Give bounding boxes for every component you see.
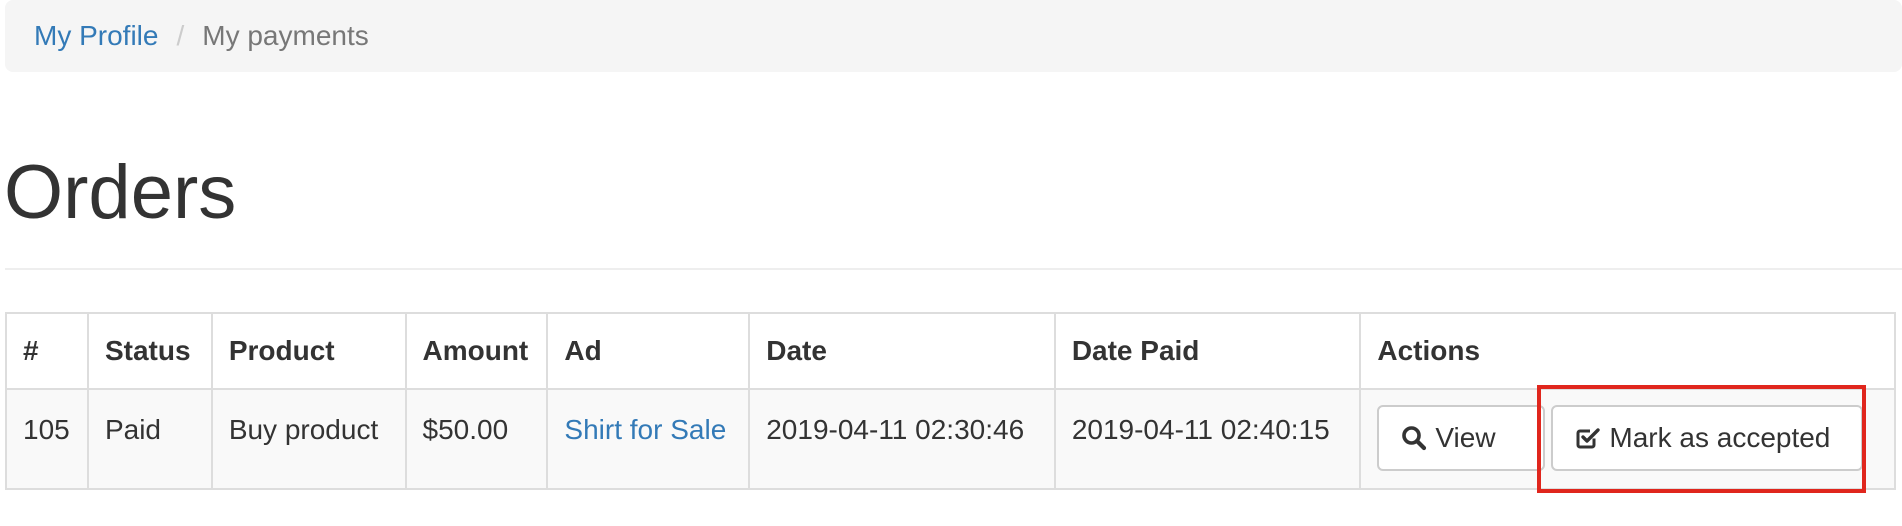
column-header-product: Product (210, 312, 407, 390)
order-product-cell: Buy product (210, 388, 407, 490)
column-header-date-paid: Date Paid (1053, 312, 1362, 390)
order-date-cell: 2019-04-11 02:30:46 (748, 388, 1056, 490)
check-square-icon (1575, 425, 1601, 451)
search-icon (1401, 425, 1427, 451)
title-divider (5, 268, 1902, 270)
column-header-actions: Actions (1359, 312, 1896, 390)
order-ad-cell: Shirt for Sale (546, 388, 751, 490)
table-header-row: # Status Product Amount Ad Date Date Pai… (5, 312, 1896, 390)
breadcrumb: My Profile / My payments (5, 0, 1902, 72)
order-id-cell: 105 (5, 388, 89, 490)
breadcrumb-my-profile-link[interactable]: My Profile (34, 20, 158, 52)
column-header-amount: Amount (404, 312, 549, 390)
page-title: Orders (4, 150, 237, 235)
breadcrumb-separator: / (176, 20, 185, 51)
breadcrumb-current: My payments (202, 20, 369, 51)
order-status-cell: Paid (86, 388, 213, 490)
table-row: 105 Paid Buy product $50.00 Shirt for Sa… (5, 388, 1896, 490)
column-header-ad: Ad (546, 312, 751, 390)
mark-as-accepted-button[interactable]: Mark as accepted (1551, 405, 1864, 471)
mark-as-accepted-label: Mark as accepted (1609, 422, 1831, 453)
order-date-paid-cell: 2019-04-11 02:40:15 (1053, 388, 1362, 490)
order-amount-cell: $50.00 (404, 388, 549, 490)
ad-link[interactable]: Shirt for Sale (564, 414, 726, 445)
order-actions-cell: View Mark as accepted (1359, 388, 1896, 490)
view-button-label: View (1435, 422, 1496, 453)
orders-table: # Status Product Amount Ad Date Date Pai… (5, 312, 1896, 490)
column-header-date: Date (748, 312, 1056, 390)
column-header-status: Status (86, 312, 213, 390)
view-button[interactable]: View (1377, 405, 1546, 471)
column-header-id: # (5, 312, 89, 390)
